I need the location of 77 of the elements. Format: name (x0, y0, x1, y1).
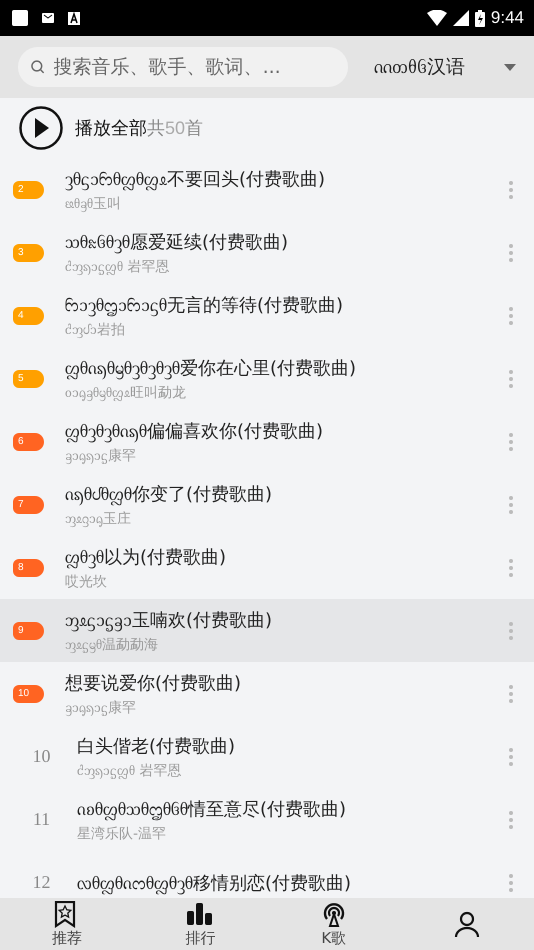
nav-tab[interactable]: K歌 (267, 898, 400, 950)
song-title: 想要说爱你(付费歌曲) (65, 672, 242, 694)
square-icon (12, 10, 28, 26)
rank-badge: 7 (13, 496, 44, 514)
rank-number: 10 (32, 746, 50, 767)
song-row[interactable]: 11 ᦵᦈᦲᦜᦲᦉᦲᦗᦲᦑᦲ情至意尽(付费歌曲) 星湾乐队-温罕 (0, 788, 534, 851)
bar-chart-icon (186, 900, 214, 928)
letter-a-icon (68, 12, 80, 24)
artist-name: ᦕᦲᦃᦲ玉叫 (65, 194, 122, 212)
song-row[interactable]: 2 ᦡᦲᦓᦱᦝᦲᦜᦲᦜᦸ不要回头(付费歌曲) ᦕᦲᦃᦲ玉叫 (0, 158, 534, 221)
artist-name: ᦺᦀᦣᦱᧃᦜᦲ 岩罕恩 (65, 258, 170, 276)
person-icon[interactable] (453, 910, 482, 938)
more-vertical-icon[interactable] (508, 746, 514, 766)
artist-name: ᦺᦀᦔᦱ岩拍 (65, 320, 126, 338)
signal-icon (452, 10, 469, 26)
more-vertical-icon[interactable] (508, 494, 514, 514)
play-all-label[interactable]: 播放全部共50首 (75, 116, 204, 140)
more-vertical-icon[interactable] (508, 810, 514, 830)
song-row[interactable]: 7 ᦵᦣᦲᦔᦲᦜᦲ你变了(付费歌曲) ᦀᦸᦋᦱᧂ玉庄 (0, 473, 534, 536)
rank-badge: 9 (13, 622, 44, 640)
artist-name: ᦞᦱᧂᦃᦲᦙᦲᦜᦸ旺叫勐龙 (65, 384, 187, 402)
battery-icon (474, 10, 485, 26)
rank-badge: 4 (13, 306, 44, 324)
more-vertical-icon[interactable] (508, 180, 514, 200)
artist-name: ᦀᦸᧃᦙᦲ温勐勐海 (65, 636, 159, 654)
song-title: ᦜᦲᦵᦣᦲᦙᦲᦡᦲᦡᦲᦡᦲ爱你在心里(付费歌曲) (65, 356, 358, 380)
song-title: ᦵᦣᦲᦔᦲᦜᦲ你变了(付费歌曲) (65, 482, 274, 506)
more-vertical-icon[interactable] (508, 558, 514, 578)
rank-number: 12 (32, 872, 50, 893)
rank-badge: 5 (13, 370, 44, 388)
song-row[interactable]: 12 ᦟᦲᦜᦲᦵᦂᦲᦜᦲᦡᦲ移情别恋(付费歌曲) (0, 851, 534, 898)
artist-name: 星湾乐队-温罕 (77, 824, 168, 842)
song-title: 白头偕老(付费歌曲) (77, 734, 236, 758)
wifi-icon (426, 10, 447, 26)
song-title: ᦉᦲᦰᦑᦲᦡᦲ愿爱延续(付费歌曲) (65, 230, 290, 254)
song-row[interactable]: 5 ᦜᦲᦵᦣᦲᦙᦲᦡᦲᦡᦲᦡᦲ爱你在心里(付费歌曲) ᦞᦱᧂᦃᦲᦙᦲᦜᦸ旺叫勐龙 (0, 347, 534, 410)
song-title: ᦝᦱᦡᦲᦗᦱᦝᦱᦓᦲ无言的等待(付费歌曲) (65, 294, 344, 316)
language-dropdown[interactable]: ᦶᦎᦲᦑ汉语 (364, 54, 516, 80)
search-field[interactable]: 搜索音乐、歌手、歌词、... (18, 47, 348, 87)
song-row[interactable]: 8 ᦜᦲᦡᦲ以为(付费歌曲) 哎光坎 (0, 536, 534, 599)
song-title: ᦵᦈᦲᦜᦲᦉᦲᦗᦲᦑᦲ情至意尽(付费歌曲) (77, 798, 348, 820)
song-title: ᦟᦲᦜᦲᦵᦂᦲᦜᦲᦡᦲ移情别恋(付费歌曲) (77, 872, 352, 894)
song-title: ᦜᦲᦡᦲᦡᦲᦵᦣᦲ偏偏喜欢你(付费歌曲) (65, 420, 324, 442)
song-title: ᦀᦸᦓᦱᧃᦃᦱ玉喃欢(付费歌曲) (65, 608, 274, 632)
artist-name: ᦺᦀᦣᦱᧃᦜᦲ 岩罕恩 (77, 762, 182, 780)
search-icon (30, 59, 46, 75)
more-vertical-icon[interactable] (508, 684, 514, 704)
more-vertical-icon[interactable] (508, 432, 514, 452)
rank-badge: 8 (13, 558, 44, 576)
caret-down-icon (504, 64, 516, 70)
song-row[interactable]: 4 ᦝᦱᦡᦲᦗᦱᦝᦱᦓᦲ无言的等待(付费歌曲) ᦺᦀᦔᦱ岩拍 (0, 284, 534, 347)
nav-tab[interactable]: 排行 (134, 898, 267, 950)
clock-time: 9:44 (490, 8, 524, 28)
more-vertical-icon[interactable] (508, 368, 514, 388)
nav-tab[interactable]: 推荐 (0, 898, 134, 950)
artist-name: ᦃᦱᧂᦣᦱᧃ康罕 (65, 698, 137, 716)
artist-name: ᦀᦸᦋᦱᧂ玉庄 (65, 510, 132, 528)
rank-number: 11 (32, 809, 50, 830)
rank-badge: 6 (13, 432, 44, 450)
more-vertical-icon[interactable] (508, 242, 514, 262)
mail-icon (42, 12, 54, 24)
more-vertical-icon[interactable] (508, 306, 514, 326)
song-row[interactable]: 3 ᦉᦲᦰᦑᦲᦡᦲ愿爱延续(付费歌曲) ᦺᦀᦣᦱᧃᦜᦲ 岩罕恩 (0, 221, 534, 284)
song-row[interactable]: 6 ᦜᦲᦡᦲᦡᦲᦵᦣᦲ偏偏喜欢你(付费歌曲) ᦃᦱᧂᦣᦱᧃ康罕 (0, 410, 534, 473)
rank-badge: 2 (13, 180, 44, 198)
song-title: ᦡᦲᦓᦱᦝᦲᦜᦲᦜᦸ不要回头(付费歌曲) (65, 168, 326, 190)
play-circle-icon[interactable] (19, 106, 63, 150)
song-row[interactable]: 9 ᦀᦸᦓᦱᧃᦃᦱ玉喃欢(付费歌曲) ᦀᦸᧃᦙᦲ温勐勐海 (0, 599, 534, 662)
artist-name: 哎光坎 (65, 572, 108, 590)
more-vertical-icon[interactable] (508, 872, 514, 892)
artist-name: ᦃᦱᧂᦣᦱᧃ康罕 (65, 446, 137, 464)
more-vertical-icon[interactable] (508, 620, 514, 640)
rank-badge: 10 (13, 684, 44, 702)
song-row[interactable]: 10 白头偕老(付费歌曲) ᦺᦀᦣᦱᧃᦜᦲ 岩罕恩 (0, 725, 534, 788)
rank-badge: 3 (13, 244, 44, 262)
song-title: ᦜᦲᦡᦲ以为(付费歌曲) (65, 546, 228, 568)
song-row[interactable]: 10 想要说爱你(付费歌曲) ᦃᦱᧂᦣᦱᧃ康罕 (0, 662, 534, 725)
